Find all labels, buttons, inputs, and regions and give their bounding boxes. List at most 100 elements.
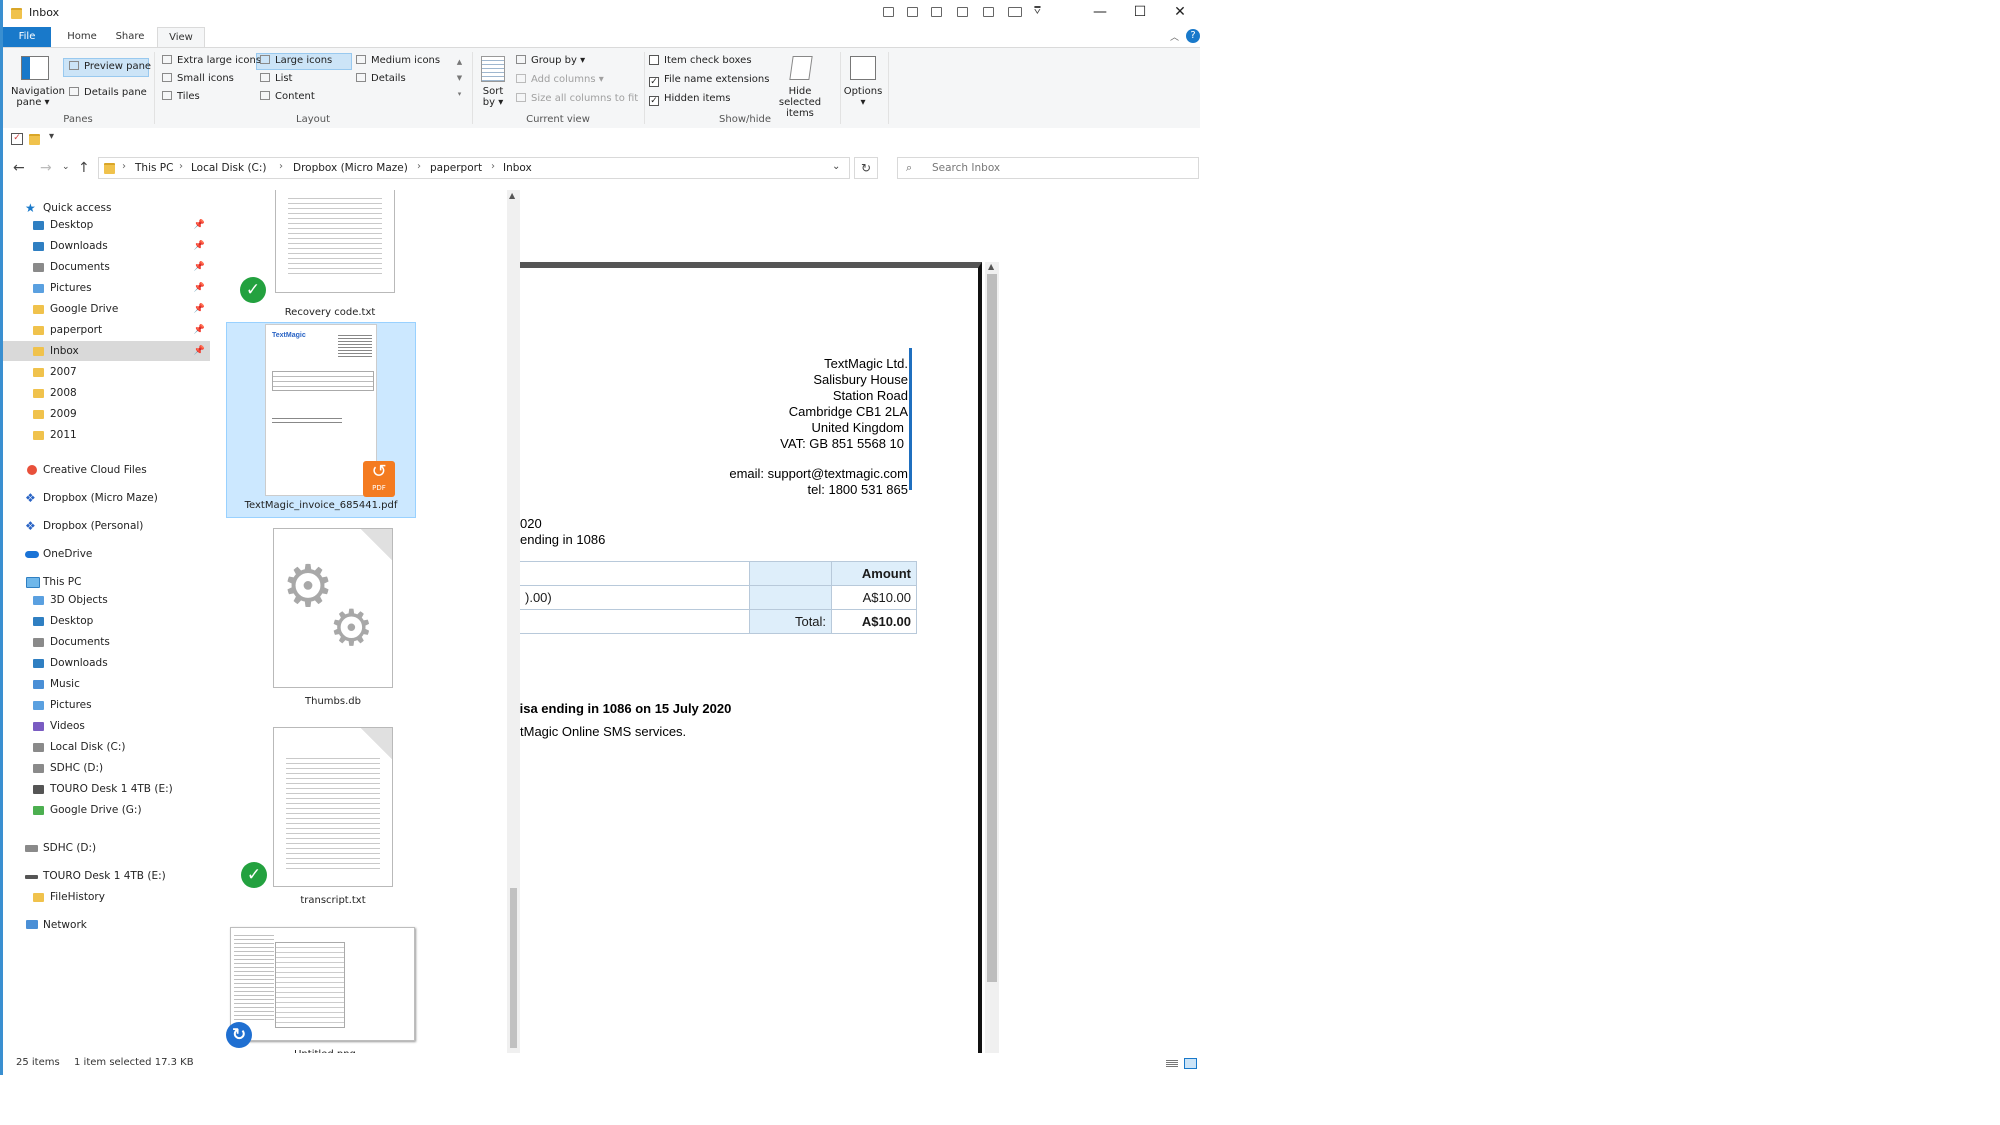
back-arrow-icon[interactable]: ← [13, 160, 25, 176]
nav-quick-item[interactable]: Documents 📌 [3, 257, 210, 277]
nav-onedrive[interactable]: OneDrive [3, 544, 210, 564]
nav-pc-item[interactable]: 3D Objects [3, 590, 210, 610]
refresh-button[interactable]: ↻ [854, 157, 878, 179]
scroll-up-icon[interactable]: ▲ [509, 191, 515, 200]
nav-pc-item[interactable]: Pictures [3, 695, 210, 715]
nav-pc-item[interactable]: Google Drive (G:) [3, 800, 210, 820]
qat-dropdown-icon[interactable]: ▾ [49, 131, 54, 142]
help-icon[interactable]: ? [1186, 29, 1200, 43]
delete-icon[interactable] [957, 7, 968, 17]
breadcrumb-inbox[interactable]: Inbox [503, 162, 532, 174]
nav-quick-item[interactable]: Inbox 📌 [3, 341, 210, 361]
new-folder-icon[interactable] [907, 7, 918, 17]
sort-by-icon[interactable] [481, 56, 505, 82]
item-check-boxes-checkbox[interactable] [649, 55, 659, 65]
pin-icon[interactable]: 📌 [194, 236, 205, 256]
file-name-extensions-toggle[interactable]: ✓ File name extensions [649, 74, 769, 87]
nav-filehistory[interactable]: FileHistory [3, 887, 210, 907]
nav-quick-item[interactable]: paperport 📌 [3, 320, 210, 340]
add-columns-button[interactable]: Add columns ▾ [516, 74, 604, 85]
nav-pc-item[interactable]: Desktop [3, 611, 210, 631]
file-list-scroll-thumb[interactable] [510, 888, 517, 1048]
nav-pc-item[interactable]: Documents [3, 632, 210, 652]
nav-quick-item[interactable]: Desktop 📌 [3, 215, 210, 235]
nav-pc-item[interactable]: Local Disk (C:) [3, 737, 210, 757]
nav-pc-item[interactable]: Music [3, 674, 210, 694]
nav-quick-item[interactable]: 2007 [3, 362, 210, 382]
properties-icon[interactable] [883, 7, 894, 17]
layout-content[interactable]: Content [260, 91, 315, 102]
preview-scrollbar[interactable]: ▲ [985, 262, 999, 1066]
breadcrumb-this-pc[interactable]: This PC [135, 162, 173, 174]
scroll-up-icon[interactable]: ▲ [988, 262, 994, 271]
options-icon[interactable] [850, 56, 876, 80]
layout-list[interactable]: List [260, 73, 292, 84]
nav-this-pc[interactable]: This PC [3, 572, 210, 592]
navigation-pane-icon[interactable] [21, 56, 49, 80]
item-check-boxes-toggle[interactable]: Item check boxes [649, 55, 752, 66]
size-columns-button[interactable]: Size all columns to fit [516, 93, 638, 104]
tab-view[interactable]: View [157, 27, 205, 48]
minimize-button[interactable]: — [1080, 0, 1120, 26]
hidden-items-checkbox[interactable]: ✓ [649, 96, 659, 106]
pin-icon[interactable]: 📌 [194, 215, 205, 235]
nav-quick-item[interactable]: Google Drive 📌 [3, 299, 210, 319]
large-icons-view-icon[interactable] [1184, 1058, 1197, 1069]
nav-touro[interactable]: TOURO Desk 1 4TB (E:) [3, 866, 210, 886]
file-item-untitled-png[interactable]: ↻ Untitled.png [226, 927, 420, 1066]
breadcrumb-dropbox[interactable]: Dropbox (Micro Maze) [293, 162, 408, 174]
navigation-pane-button[interactable]: Navigation pane ▾ [11, 86, 65, 108]
up-arrow-icon[interactable]: ↑ [78, 160, 90, 176]
layout-extra-large-icons[interactable]: Extra large icons [162, 55, 261, 66]
file-list-scrollbar[interactable]: ▲ ▼ [507, 190, 520, 1066]
tab-share[interactable]: Share [109, 27, 151, 47]
layout-scroll-arrows[interactable]: ▲ ▼ ▾ [455, 54, 464, 102]
address-dropdown-icon[interactable]: ⌄ [832, 161, 840, 172]
nav-network[interactable]: Network [3, 915, 210, 935]
close-button[interactable]: ✕ [1160, 0, 1200, 26]
preview-scroll-thumb[interactable] [987, 274, 997, 982]
nav-pc-item[interactable]: Videos [3, 716, 210, 736]
checkbox-icon[interactable]: ✓ [11, 133, 23, 145]
view-toggle-icon[interactable] [1008, 7, 1022, 17]
options-button[interactable]: Options ▾ [843, 86, 883, 108]
breadcrumb-local-disk[interactable]: Local Disk (C:) [191, 162, 267, 174]
layout-medium-icons[interactable]: Medium icons [356, 55, 440, 66]
layout-small-icons[interactable]: Small icons [162, 73, 234, 84]
nav-quick-item[interactable]: 2008 [3, 383, 210, 403]
nav-creative-cloud[interactable]: Creative Cloud Files [3, 460, 210, 480]
pin-icon[interactable]: 📌 [194, 299, 205, 319]
forward-arrow-icon[interactable]: → [40, 160, 52, 176]
hidden-items-toggle[interactable]: ✓ Hidden items [649, 93, 730, 106]
file-item-thumbs-db[interactable]: ⚙ ⚙ Thumbs.db [250, 528, 410, 718]
layout-large-icons[interactable]: Large icons [260, 55, 332, 66]
hide-selected-icon[interactable] [789, 56, 813, 80]
nav-pc-item[interactable]: Downloads [3, 653, 210, 673]
search-input[interactable]: Search Inbox [932, 162, 1000, 174]
breadcrumb-paperport[interactable]: paperport [430, 162, 482, 174]
customize-qat-icon[interactable]: ⩢ [1034, 4, 1041, 18]
collapse-ribbon-icon[interactable]: ︿ [1170, 30, 1179, 43]
pin-icon[interactable]: 📌 [194, 341, 205, 361]
folder-icon[interactable] [29, 134, 40, 145]
file-name-extensions-checkbox[interactable]: ✓ [649, 77, 659, 87]
file-item-transcript[interactable]: ✓ transcript.txt [241, 727, 410, 917]
pin-icon[interactable]: 📌 [194, 278, 205, 298]
pin-icon[interactable]: 📌 [194, 320, 205, 340]
file-item-textmagic-invoice[interactable]: TextMagic ↺ PDF TextMagic_invoice_685441… [226, 322, 416, 518]
pin-icon[interactable]: 📌 [194, 257, 205, 277]
recent-dropdown-icon[interactable]: ⌄ [62, 162, 70, 172]
group-by-button[interactable]: Group by ▾ [516, 55, 585, 66]
nav-quick-item[interactable]: 2011 [3, 425, 210, 445]
tab-home[interactable]: Home [61, 27, 103, 47]
nav-dropbox-micro-maze[interactable]: ❖ Dropbox (Micro Maze) [3, 488, 210, 508]
search-box[interactable]: ⌕ Search Inbox [897, 157, 1199, 179]
nav-quick-item[interactable]: 2009 [3, 404, 210, 424]
details-view-icon[interactable] [1166, 1059, 1178, 1067]
sort-by-button[interactable]: Sort by ▾ [480, 86, 506, 108]
maximize-button[interactable]: ☐ [1120, 0, 1160, 26]
layout-details[interactable]: Details [356, 73, 406, 84]
nav-quick-item[interactable]: Pictures 📌 [3, 278, 210, 298]
preview-pane-button[interactable]: Preview pane [69, 61, 151, 72]
address-bar[interactable]: › This PC › Local Disk (C:) › Dropbox (M… [98, 157, 850, 179]
